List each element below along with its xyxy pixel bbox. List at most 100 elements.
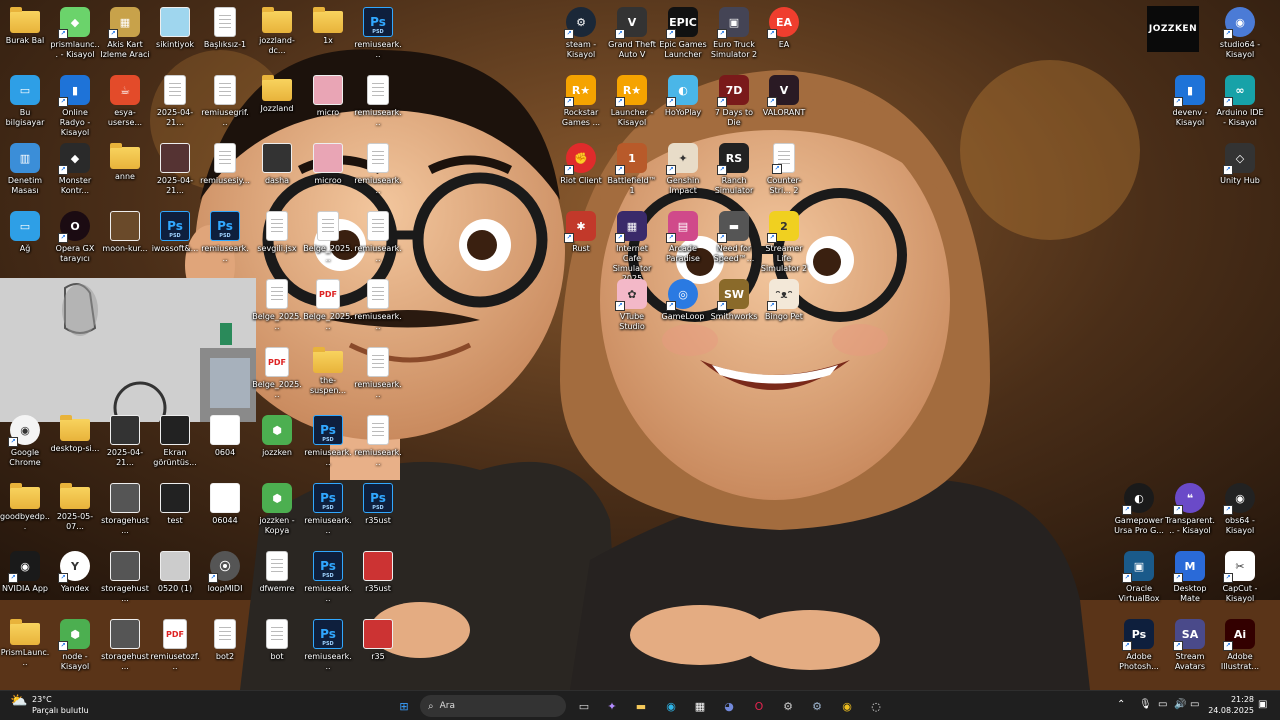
icon-google-chrome[interactable]: ◉ ↗ Google Chrome [0, 413, 50, 468]
icon-belge-1[interactable]: Belge_2025... [303, 209, 353, 264]
icon-genshin[interactable]: ✦ ↗ Genshin Impact [658, 141, 708, 196]
tray-overflow-chevron-icon[interactable]: ⌃ [1117, 699, 1125, 710]
icon-loopmidi[interactable]: ⦿ ↗ loopMIDI [200, 549, 250, 594]
icon-remiusetozf[interactable]: PDF remiusetozf... [150, 617, 200, 672]
icon-dasha[interactable]: dasha [252, 141, 302, 186]
edge-icon[interactable]: ◉ [660, 696, 682, 716]
icon-remiuseark-5[interactable]: remiuseark... [353, 209, 403, 264]
icon-remiusesiy[interactable]: remiusesiy... [200, 141, 250, 186]
icon-euro-truck[interactable]: ▣ ↗ Euro Truck Simulator 2 [709, 5, 759, 60]
icon-anne[interactable]: anne [100, 141, 150, 182]
icon-7-days-to-die[interactable]: 7D ↗ 7 Days to Die [709, 73, 759, 128]
icon-0604[interactable]: 0604 [200, 413, 250, 458]
icon-jozzken-kopya[interactable]: ⬢ jozzken - Kopya [252, 481, 302, 536]
icon-hoyoplay[interactable]: ◐ ↗ HoYoPlay [658, 73, 708, 118]
icon-prismlauncher[interactable]: ◆ ↗ prismlaunc... - Kisayol [50, 5, 100, 60]
icon-desktop-mate[interactable]: M ↗ Desktop Mate [1165, 549, 1215, 604]
icon-bu-bilgisayar[interactable]: ▭ Bu bilgisayar [0, 73, 50, 128]
copilot-icon[interactable]: ✦ [601, 696, 623, 716]
icon-prismlauncher-2[interactable]: PrismLaunc... [0, 617, 50, 668]
store-icon[interactable]: ▦ [689, 696, 711, 716]
icon-goodbyedp[interactable]: goodbyedp... [0, 481, 50, 532]
start-button[interactable]: ⊞ [393, 696, 415, 716]
icon-launcher[interactable]: R★ ↗ Launcher - Kisayol [607, 73, 657, 128]
icon-remiuseark-3[interactable]: remiuseark... [353, 141, 403, 196]
icon-moon-kur[interactable]: moon-kur... [100, 209, 150, 254]
icon-jozzland[interactable]: Jozzland [252, 73, 302, 114]
taskview-button[interactable]: ▭ [573, 696, 595, 716]
network-icon[interactable]: ▭ [1158, 699, 1167, 710]
icon-adobe-illustrator[interactable]: Ai ↗ Adobe Illustrat... [1215, 617, 1265, 672]
icon-ranch-sim[interactable]: RS ↗ Ranch Simulator [709, 141, 759, 196]
icon-remiuseark-9[interactable]: remiuseark... [353, 413, 403, 468]
icon-belge-4[interactable]: PDF Belge_2025... [252, 345, 302, 400]
icon-remiuseark-1[interactable]: Ps remiuseark... [353, 5, 403, 60]
icon-esya-userse[interactable]: ☕ esya-userse... [100, 73, 150, 128]
icon-remiuseark-10[interactable]: Ps remiuseark... [303, 481, 353, 536]
icon-remiusegrif[interactable]: remiusegrif... [200, 73, 250, 128]
icon-adobe-photoshop[interactable]: Ps ↗ Adobe Photosh... [1114, 617, 1164, 672]
icon-storagehust-1[interactable]: storagehust... [100, 481, 150, 536]
icon-jozzland-dc[interactable]: jozzland-dc... [252, 5, 302, 56]
icon-the-suspen[interactable]: the-suspen... [303, 345, 353, 396]
steam-taskbar-icon[interactable]: ⚙ [806, 696, 828, 716]
icon-r35ust-2[interactable]: r35ust [353, 549, 403, 594]
icon-sikintiyok[interactable]: sikintiyok [150, 5, 200, 50]
icon-valorant[interactable]: V ↗ VALORANT [759, 73, 809, 118]
icon-yandex[interactable]: Y ↗ Yandex [50, 549, 100, 594]
icon-r35[interactable]: r35 [353, 617, 403, 662]
icon-streamer-life[interactable]: 2 ↗ Streamer Life Simulator 2 [759, 209, 809, 274]
icon-ag[interactable]: ▭ Ağ [0, 209, 50, 254]
icon-obs64[interactable]: ◉ ↗ obs64 - Kisayol [1215, 481, 1265, 536]
icon-opera-gx[interactable]: O ↗ Opera GX tarayıcı [50, 209, 100, 264]
icon-need-for-speed[interactable]: ▬ ↗ Need for Speed™... [709, 209, 759, 264]
icon-transparent[interactable]: ❝ ↗ Transparent... - Kisayol [1165, 481, 1215, 536]
extra-taskbar-icon[interactable]: ◌ [865, 696, 887, 716]
icon-stream-avatars[interactable]: SA ↗ Stream Avatars [1165, 617, 1215, 672]
icon-epic-games[interactable]: EPIC ↗ Epic Games Launcher [658, 5, 708, 60]
icon-remiuseark-7[interactable]: remiuseark... [353, 345, 403, 400]
icon-0520[interactable]: 0520 (1) [150, 549, 200, 594]
opera-gx-taskbar-icon[interactable]: O [748, 696, 770, 716]
icon-rockstar[interactable]: R★ ↗ Rockstar Games ... [556, 73, 606, 128]
icon-2025-04-21-b[interactable]: 2025-04-21... [150, 141, 200, 196]
icon-node[interactable]: ⬢ ↗ node - Kisayol [50, 617, 100, 672]
icon-unity-hub[interactable]: ◇ ↗ Unity Hub [1215, 141, 1265, 186]
icon-iwossoft[interactable]: Ps iwossoft&... [150, 209, 200, 254]
icon-micro[interactable]: micro [303, 73, 353, 118]
icon-bot[interactable]: bot [252, 617, 302, 662]
icon-remiuseark-2[interactable]: remiuseark... [353, 73, 403, 128]
icon-r35ust-1[interactable]: Ps r35ust [353, 481, 403, 526]
volume-icon[interactable]: 🔊 [1174, 699, 1186, 710]
icon-monster[interactable]: ◆ ↗ Monster Kontr... [50, 141, 100, 196]
icon-storagehust-2[interactable]: storagehust... [100, 549, 150, 604]
icon-gameloop[interactable]: ◎ ↗ GameLoop [658, 277, 708, 322]
icon-devenv[interactable]: ▮ ↗ devenv - Kisayol [1165, 73, 1215, 128]
icon-jozzken[interactable]: ⬢ jozzken [252, 413, 302, 458]
icon-battlefield[interactable]: 1 ↗ Battlefield™ 1 [607, 141, 657, 196]
icon-denetim-masasi[interactable]: ▥ Denetim Masası [0, 141, 50, 196]
icon-internet-cafe[interactable]: ▦↗Internet Cafe Simulator 2025 [607, 209, 657, 284]
icon-capcut[interactable]: ✂ ↗ CapCut - Kisayol [1215, 549, 1265, 604]
chrome-taskbar-icon[interactable]: ◉ [836, 696, 858, 716]
icon-2025-04-21-a[interactable]: 2025-04-21... [150, 73, 200, 128]
icon-bot2[interactable]: bot2 [200, 617, 250, 662]
icon-microo[interactable]: microo [303, 141, 353, 186]
icon-gta-v[interactable]: V ↗ Grand Theft Auto V [607, 5, 657, 60]
icon-arduino[interactable]: ∞ ↗ Arduino IDE - Kisayol [1215, 73, 1265, 128]
icon-2025-04-21-c[interactable]: 2025-04-21... [100, 413, 150, 468]
icon-belge-2[interactable]: Belge_2025... [252, 277, 302, 332]
icon-storagehust-3[interactable]: storagehust... [100, 617, 150, 672]
icon-burak-bal[interactable]: Burak Bal [0, 5, 50, 46]
file-explorer-icon[interactable]: ▬ [630, 696, 652, 716]
icon-steam[interactable]: ⚙ ↗ steam - Kisayol [556, 5, 606, 60]
icon-remiuseark-12[interactable]: Ps remiuseark... [303, 617, 353, 672]
taskbar-clock[interactable]: 21:28 24.08.2025 [1208, 694, 1254, 716]
icon-belge-3[interactable]: PDF Belge_2025... [303, 277, 353, 332]
icon-vtube-studio[interactable]: ✿ ↗ VTube Studio [607, 277, 657, 332]
icon-remiuseark-6[interactable]: remiuseark... [353, 277, 403, 332]
icon-rust[interactable]: ✱ ↗ Rust [556, 209, 606, 254]
microphone-icon[interactable]: 🎙 [1139, 699, 1152, 710]
icon-studio64[interactable]: ◉ ↗ studio64 - Kisayol [1215, 5, 1265, 60]
icon-dfwemre[interactable]: dfwemre [252, 549, 302, 594]
